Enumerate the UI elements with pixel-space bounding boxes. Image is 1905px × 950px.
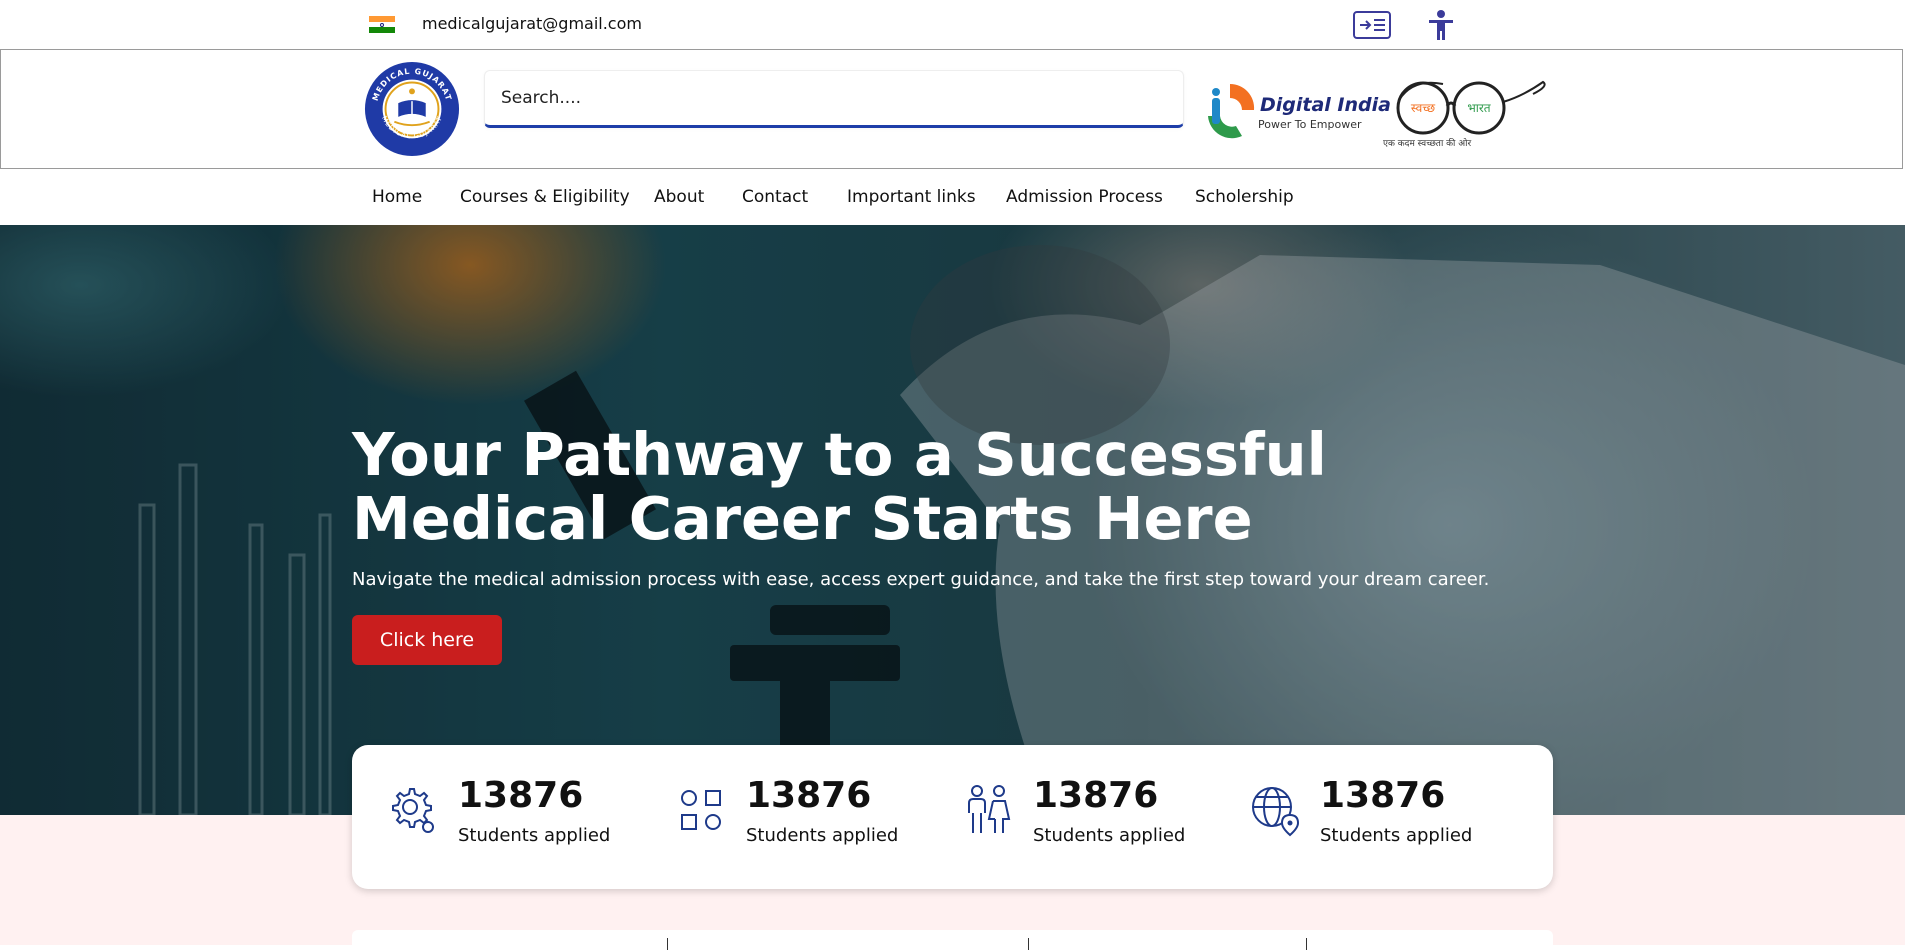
stat-value: 13876 <box>1320 775 1446 816</box>
digital-india-title: Digital India <box>1260 94 1391 116</box>
stat-label: Students applied <box>1320 825 1473 846</box>
nav-home[interactable]: Home <box>372 187 422 207</box>
nav-important-links[interactable]: Important links <box>847 187 976 207</box>
hero-banner: Your Pathway to a Successful Medical Car… <box>0 225 1905 815</box>
hero-title: Your Pathway to a Successful Medical Car… <box>352 420 1327 553</box>
stat-label: Students applied <box>746 825 899 846</box>
contact-email[interactable]: medicalgujarat@gmail.com <box>422 14 642 33</box>
digital-india-subtitle: Power To Empower <box>1258 118 1362 131</box>
swachh-bharat-logo[interactable]: स्वच्छ भारत एक कदम स्वच्छता की ओर <box>1383 72 1549 154</box>
stat-item: 13876 Students applied <box>1214 775 1494 865</box>
shapes-icon <box>681 790 721 830</box>
people-icon <box>968 785 1011 833</box>
accessibility-icon[interactable] <box>1421 8 1461 42</box>
lower-info-card <box>352 930 1553 950</box>
stat-label: Students applied <box>458 825 611 846</box>
stat-value: 13876 <box>746 775 872 816</box>
nav-scholership[interactable]: Scholership <box>1195 187 1294 207</box>
gear-icon <box>392 788 434 833</box>
nav-about[interactable]: About <box>654 187 704 207</box>
top-strip: medicalgujarat@gmail.com <box>0 0 1905 49</box>
bharat-text: भारत <box>1467 101 1491 115</box>
stat-item: 13876 Students applied <box>927 775 1207 865</box>
hero-subtitle: Navigate the medical admission process w… <box>352 569 1490 590</box>
stats-card: 13876 Students applied 13876 Students ap… <box>352 745 1553 889</box>
stat-value: 13876 <box>1033 775 1159 816</box>
site-header: MEDICAL GUJARAT MEDICAL GUJARAT Digital … <box>0 49 1903 169</box>
swachh-tagline: एक कदम स्वच्छता की ओर <box>1383 139 1472 149</box>
stat-value: 13876 <box>458 775 584 816</box>
search-input[interactable] <box>484 70 1184 128</box>
india-flag-icon <box>369 16 395 33</box>
divider <box>667 938 668 950</box>
stat-item: 13876 Students applied <box>352 775 632 865</box>
sitemap-icon[interactable] <box>1352 8 1392 42</box>
stat-label: Students applied <box>1033 825 1186 846</box>
nav-contact[interactable]: Contact <box>742 187 808 207</box>
nav-admission-process[interactable]: Admission Process <box>1006 187 1163 207</box>
main-nav: Home Courses & Eligibility About Contact… <box>0 169 1905 225</box>
nav-courses-eligibility[interactable]: Courses & Eligibility <box>460 187 630 207</box>
stat-item: 13876 Students applied <box>640 775 920 865</box>
medical-gujarat-logo[interactable]: MEDICAL GUJARAT MEDICAL GUJARAT <box>363 60 461 158</box>
divider <box>1306 938 1307 950</box>
digital-india-logo[interactable]: Digital India Power To Empower <box>1202 80 1391 142</box>
globe-pin-icon <box>1252 787 1300 837</box>
click-here-button[interactable]: Click here <box>352 615 502 665</box>
divider <box>1028 938 1029 950</box>
swachh-text: स्वच्छ <box>1411 101 1435 115</box>
